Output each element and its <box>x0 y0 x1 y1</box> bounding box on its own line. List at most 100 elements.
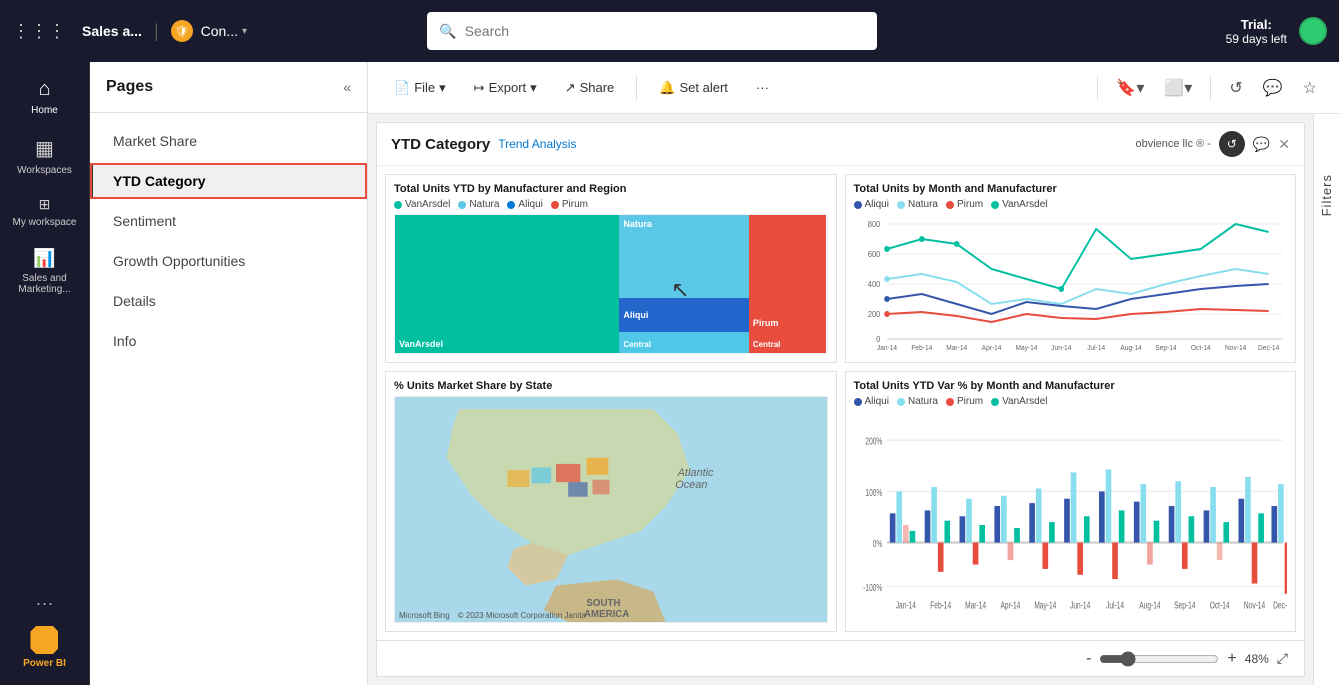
topbar-divider: | <box>154 21 159 42</box>
app-title: Sales a... <box>82 23 142 39</box>
search-bar[interactable]: 🔍 <box>427 12 877 50</box>
toolbar-separator-1 <box>636 76 637 100</box>
more-options-icon: ··· <box>756 80 769 95</box>
report-refresh-icon[interactable]: ↺ <box>1219 131 1245 157</box>
svg-text:Sep-14: Sep-14 <box>1155 345 1176 352</box>
zoom-slider[interactable] <box>1099 651 1219 667</box>
treemap-cell-aliqui: Aliqui <box>619 298 748 333</box>
svg-text:May-14: May-14 <box>1015 345 1037 352</box>
app-brand: Sales a... | 🛡 Con... ▾ <box>82 20 247 42</box>
treemap-chart: Total Units YTD by Manufacturer and Regi… <box>385 174 837 363</box>
filters-label: Filters <box>1319 174 1334 216</box>
close-icon[interactable]: ✕ <box>1278 136 1290 153</box>
treemap-cell-central-natura: Central <box>619 332 748 353</box>
treemap-title: Total Units YTD by Manufacturer and Regi… <box>394 183 828 195</box>
zoom-minus-button[interactable]: - <box>1086 650 1091 668</box>
treemap-cell-natura-top: Natura <box>619 215 748 298</box>
page-item-market-share[interactable]: Market Share <box>90 123 367 159</box>
line-legend-vanarsdel: VanArsdel <box>991 199 1047 210</box>
home-icon: ⌂ <box>38 78 50 101</box>
search-input[interactable] <box>465 23 866 39</box>
export-button[interactable]: ↦ Export ▾ <box>464 74 547 102</box>
report-header: YTD Category Trend Analysis obvience llc… <box>377 123 1304 166</box>
svg-text:Ocean: Ocean <box>675 479 707 491</box>
page-item-info[interactable]: Info <box>90 323 367 359</box>
svg-text:SOUTH: SOUTH <box>586 598 620 609</box>
line-legend-aliqui: Aliqui <box>854 199 889 210</box>
fullscreen-button[interactable]: ⬜▾ <box>1158 72 1198 104</box>
svg-text:0: 0 <box>876 335 881 344</box>
report-comment-icon[interactable]: 💬 <box>1253 136 1270 153</box>
line-legend-natura: Natura <box>897 199 938 210</box>
avatar[interactable] <box>1299 17 1327 45</box>
pages-header: Pages « <box>90 78 367 113</box>
file-button[interactable]: 📄 File ▾ <box>384 74 456 102</box>
bookmark-button[interactable]: 🔖▾ <box>1110 72 1150 104</box>
more-options-button[interactable]: ··· <box>746 74 779 101</box>
svg-text:Jun-14: Jun-14 <box>1070 599 1090 611</box>
trial-info: Trial: 59 days left <box>1226 17 1287 46</box>
line-chart-title: Total Units by Month and Manufacturer <box>854 183 1288 195</box>
line-chart-svg: 800 600 400 200 0 <box>854 214 1288 354</box>
collapse-button[interactable]: « <box>343 79 351 95</box>
share-icon: ↗ <box>565 80 576 96</box>
star-button[interactable]: ☆ <box>1297 72 1323 104</box>
page-item-growth-opportunities[interactable]: Growth Opportunities <box>90 243 367 279</box>
treemap-legend: VanArsdel Natura Aliqui <box>394 199 828 210</box>
svg-text:Atlantic: Atlantic <box>677 467 714 479</box>
legend-natura: Natura <box>458 199 499 210</box>
bar-dot-natura <box>897 398 905 406</box>
svg-text:-100%: -100% <box>863 581 882 593</box>
svg-text:Nov-14: Nov-14 <box>1243 599 1264 611</box>
page-item-details[interactable]: Details <box>90 283 367 319</box>
share-button[interactable]: ↗ Share <box>555 74 625 102</box>
sidebar-item-workspaces[interactable]: ▦ Workspaces <box>5 128 85 184</box>
line-dot-pirum <box>946 201 954 209</box>
sidebar-item-home[interactable]: ⌂ Home <box>5 70 85 124</box>
report-canvas: YTD Category Trend Analysis obvience llc… <box>376 122 1305 677</box>
sidebar-item-sales-marketing[interactable]: 📊 Sales and Marketing... <box>5 240 85 303</box>
svg-text:Sep-14: Sep-14 <box>1174 599 1195 611</box>
report-charts: Total Units YTD by Manufacturer and Regi… <box>377 166 1304 640</box>
line-legend-pirum: Pirum <box>946 199 983 210</box>
svg-text:May-14: May-14 <box>1034 599 1056 611</box>
line-chart-legend: Aliqui Natura Pirum <box>854 199 1288 210</box>
bar-dot-aliqui <box>854 398 862 406</box>
svg-text:200%: 200% <box>865 435 882 447</box>
map-copyright: © 2023 Microsoft Corporation Janita <box>458 611 586 620</box>
legend-aliqui: Aliqui <box>507 199 542 210</box>
bar-legend-natura: Natura <box>897 396 938 407</box>
map-chart: % Units Market Share by State <box>385 371 837 632</box>
sidebar-label-my-workspace: My workspace <box>13 217 77 228</box>
refresh-button[interactable]: ↺ <box>1223 72 1248 104</box>
report-subtitle: Trend Analysis <box>498 137 576 151</box>
zoom-plus-button[interactable]: + <box>1227 650 1236 668</box>
svg-text:AMERICA: AMERICA <box>584 609 629 620</box>
fullscreen-zoom-icon[interactable]: ⤢ <box>1277 650 1288 667</box>
app-menu-icon[interactable]: ⋮⋮⋮ <box>12 21 66 42</box>
legend-label-aliqui: Aliqui <box>518 199 542 210</box>
sidebar-item-my-workspace[interactable]: ⊞ My workspace <box>5 188 85 236</box>
comment-button[interactable]: 💬 <box>1257 72 1289 104</box>
line-dot-aliqui <box>854 201 862 209</box>
more-items-icon[interactable]: ··· <box>36 593 54 614</box>
bar-chart-title: Total Units YTD Var % by Month and Manuf… <box>854 380 1288 392</box>
legend-dot-pirum <box>551 201 559 209</box>
svg-text:400: 400 <box>867 280 880 289</box>
svg-text:100%: 100% <box>865 486 882 498</box>
workspace-selector[interactable]: Con... ▾ <box>201 23 247 39</box>
svg-text:Jun-14: Jun-14 <box>1051 345 1071 352</box>
shield-icon: 🛡 <box>171 20 193 42</box>
legend-label-vanarsdel: VanArsdel <box>405 199 450 210</box>
treemap-cell-pirum: Pirum <box>749 215 827 332</box>
main-layout: ⌂ Home ▦ Workspaces ⊞ My workspace 📊 Sal… <box>0 62 1339 685</box>
page-item-sentiment[interactable]: Sentiment <box>90 203 367 239</box>
legend-dot-aliqui <box>507 201 515 209</box>
set-alert-button[interactable]: 🔔 Set alert <box>649 74 738 102</box>
map-footer: Microsoft Bing © 2023 Microsoft Corporat… <box>399 611 586 620</box>
svg-text:Oct-14: Oct-14 <box>1209 599 1229 611</box>
filters-panel[interactable]: Filters <box>1313 114 1339 685</box>
map-title: % Units Market Share by State <box>394 380 828 392</box>
page-item-ytd-category[interactable]: YTD Category <box>90 163 367 199</box>
svg-text:Feb-14: Feb-14 <box>930 599 951 611</box>
